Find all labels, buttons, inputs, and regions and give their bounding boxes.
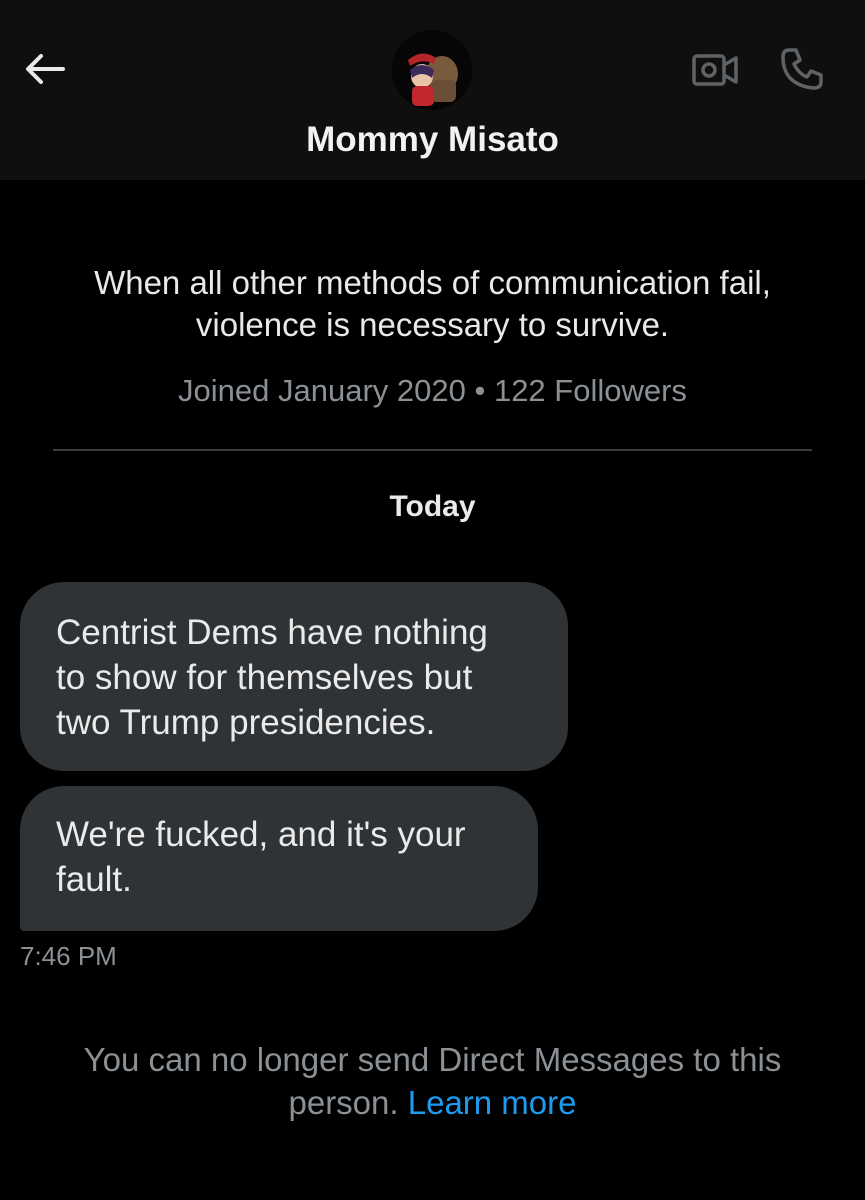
- conversation-header: Mommy Misato: [0, 0, 865, 180]
- message-bubble[interactable]: Centrist Dems have nothing to show for t…: [20, 582, 568, 771]
- bio-line: violence is necessary to survive.: [195, 306, 670, 343]
- video-call-button[interactable]: [688, 48, 742, 92]
- voice-call-button[interactable]: [775, 44, 829, 94]
- contact-name[interactable]: Mommy Misato: [0, 120, 865, 160]
- message-timestamp: 7:46 PM: [20, 941, 117, 971]
- learn-more-link[interactable]: Learn more: [408, 1084, 577, 1121]
- avatar-image: [392, 30, 472, 110]
- dm-disabled-notice: You can no longer send Direct Messages t…: [40, 1038, 825, 1124]
- back-button[interactable]: [20, 48, 70, 90]
- video-camera-icon: [692, 54, 738, 86]
- message-line: two Trump presidencies.: [56, 703, 436, 742]
- date-separator: Today: [389, 490, 476, 523]
- notice-text: person.: [288, 1084, 399, 1121]
- divider: [53, 449, 812, 451]
- message-line: fault.: [56, 860, 132, 899]
- notice-line: person. Learn more: [40, 1081, 825, 1124]
- avatar[interactable]: [392, 30, 472, 110]
- message-line: to show for themselves but: [56, 658, 473, 697]
- message-line: We're fucked, and it's your: [56, 815, 466, 854]
- message-bubble[interactable]: We're fucked, and it's your fault.: [20, 786, 538, 931]
- bio-line: When all other methods of communication …: [94, 264, 771, 301]
- profile-bio: When all other methods of communication …: [40, 262, 825, 346]
- message-line: Centrist Dems have nothing: [56, 613, 488, 652]
- profile-meta: Joined January 2020 • 122 Followers: [178, 373, 687, 408]
- arrow-left-icon: [26, 54, 65, 84]
- phone-icon: [781, 48, 823, 90]
- notice-line: You can no longer send Direct Messages t…: [83, 1041, 782, 1078]
